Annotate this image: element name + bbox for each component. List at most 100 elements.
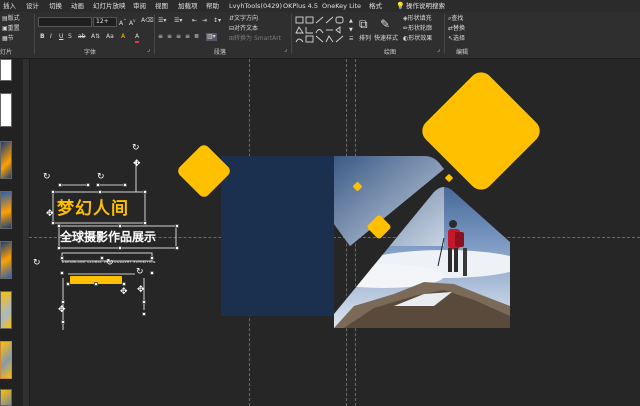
align-text-button[interactable]: ⊟对齐文本 xyxy=(229,25,258,33)
navy-rectangle[interactable] xyxy=(221,156,334,316)
clear-format-icon[interactable]: A⌫ xyxy=(141,17,154,25)
grow-font-button[interactable]: A^ xyxy=(119,17,126,28)
slide-thumbnail[interactable] xyxy=(0,291,12,329)
layout-button[interactable]: ▤版式 xyxy=(2,15,20,23)
justify-icon[interactable]: ≡ xyxy=(185,33,190,41)
menu-insert[interactable]: 插入 xyxy=(3,0,16,12)
menu-addins[interactable]: 加载项 xyxy=(178,0,198,12)
shrink-font-button[interactable]: Av xyxy=(129,17,135,28)
convert-smartart-button[interactable]: ⊞转换为 SmartArt xyxy=(229,35,281,43)
text-direction-button[interactable]: ⇵文字方向 xyxy=(229,15,258,23)
menu-view[interactable]: 视图 xyxy=(155,0,168,12)
char-spacing-button[interactable]: A⇅ xyxy=(91,33,100,41)
resize-handle[interactable] xyxy=(60,256,64,260)
menu-review[interactable]: 审阅 xyxy=(133,0,146,12)
resize-handle[interactable] xyxy=(57,224,61,228)
resize-handle[interactable] xyxy=(98,190,102,194)
numbering-icon[interactable]: ☰▾ xyxy=(174,17,182,25)
menu-transitions[interactable]: 切换 xyxy=(49,0,62,12)
increase-indent-icon[interactable]: ⇥ xyxy=(202,17,207,25)
slide-thumbnail[interactable] xyxy=(0,191,12,229)
resize-handle[interactable] xyxy=(86,183,90,187)
resize-handle[interactable] xyxy=(66,282,70,286)
dialog-launcher-icon[interactable]: ⌟ xyxy=(437,46,440,54)
menu-help[interactable]: 帮助 xyxy=(206,0,219,12)
resize-handle[interactable] xyxy=(60,271,64,275)
resize-handle[interactable] xyxy=(100,256,104,260)
resize-handle[interactable] xyxy=(118,246,122,250)
slide-thumbnail[interactable] xyxy=(0,141,12,179)
resize-handle[interactable] xyxy=(142,300,146,304)
resize-handle[interactable] xyxy=(142,312,146,316)
shadow-button[interactable]: S xyxy=(68,33,72,41)
arrange-icon[interactable]: ⧉ xyxy=(359,17,368,31)
move-handle-icon[interactable]: ✥ xyxy=(46,210,54,219)
shape-outline-button[interactable]: ✏形状轮廓 xyxy=(403,25,432,33)
resize-handle[interactable] xyxy=(143,221,147,225)
quick-styles-button[interactable]: 快速样式 xyxy=(374,35,398,43)
resize-handle[interactable] xyxy=(118,224,122,228)
resize-handle[interactable] xyxy=(61,300,65,304)
resize-handle[interactable] xyxy=(123,183,127,187)
underline-button[interactable]: U xyxy=(59,33,63,41)
menu-tell-me[interactable]: 操作说明搜索 xyxy=(406,0,445,12)
slide-title[interactable]: 梦幻人间 xyxy=(57,194,129,219)
resize-handle[interactable] xyxy=(58,183,62,187)
resize-handle[interactable] xyxy=(175,224,179,228)
shape-effects-button[interactable]: ◐形状效果 xyxy=(403,35,432,43)
menu-okplus[interactable]: OKPlus 4.5 xyxy=(283,0,318,12)
shape-fill-button[interactable]: ◈形状填充 xyxy=(403,15,432,23)
strikethrough-button[interactable]: ab xyxy=(78,33,86,41)
section-button[interactable]: ▦节 xyxy=(2,35,14,43)
menu-format[interactable]: 格式 xyxy=(369,0,382,12)
menu-design[interactable]: 设计 xyxy=(26,0,39,12)
reset-button[interactable]: ▣重置 xyxy=(2,25,20,33)
resize-handle[interactable] xyxy=(51,190,55,194)
decrease-indent-icon[interactable]: ⇤ xyxy=(192,17,197,25)
bold-button[interactable]: B xyxy=(40,33,45,41)
dialog-launcher-icon[interactable]: ⌟ xyxy=(284,46,287,54)
scroll-down-icon[interactable]: ▼ xyxy=(349,26,353,34)
resize-handle[interactable] xyxy=(57,246,61,250)
menu-onekey[interactable]: OneKey Lite xyxy=(322,0,361,12)
dialog-launcher-icon[interactable]: ⌟ xyxy=(147,46,150,54)
find-button[interactable]: ⌕查找 xyxy=(448,15,463,23)
font-size-input[interactable]: 12+ xyxy=(93,17,117,27)
slide-subtitle[interactable]: 全球摄影作品展示 xyxy=(60,228,156,245)
resize-handle[interactable] xyxy=(51,221,55,225)
menu-animations[interactable]: 动画 xyxy=(71,0,84,12)
menu-slideshow[interactable]: 幻灯片放映 xyxy=(93,0,126,12)
highlight-color-button[interactable]: A xyxy=(121,33,125,41)
distributed-icon[interactable]: ≣ xyxy=(194,33,199,41)
slide-thumbnail-selected[interactable] xyxy=(0,341,12,379)
resize-handle[interactable] xyxy=(150,256,154,260)
resize-handle[interactable] xyxy=(94,282,98,286)
bullets-icon[interactable]: ☰▾ xyxy=(158,17,166,25)
resize-handle[interactable] xyxy=(122,282,126,286)
slide-thumbnail[interactable] xyxy=(0,59,12,81)
replace-button[interactable]: ⇄替换 xyxy=(448,25,465,33)
resize-handle[interactable] xyxy=(143,190,147,194)
move-handle-icon[interactable]: ✥ xyxy=(133,160,141,169)
menu-lvyhtools[interactable]: LvyhTools(0429) xyxy=(229,0,282,12)
rotate-handle-icon[interactable]: ↻ xyxy=(43,173,51,182)
align-right-icon[interactable]: ≡ xyxy=(176,33,181,41)
font-name-input[interactable] xyxy=(38,17,92,27)
line-spacing-icon[interactable]: ↕▾ xyxy=(213,17,221,25)
change-case-button[interactable]: Aa xyxy=(106,33,114,41)
resize-handle[interactable] xyxy=(61,320,65,324)
rotate-handle-icon[interactable]: ↻ xyxy=(33,259,41,268)
scroll-up-icon[interactable]: ▲ xyxy=(349,17,353,25)
quick-styles-icon[interactable]: ✎ xyxy=(380,17,390,31)
slide-thumbnail[interactable] xyxy=(0,241,12,279)
font-color-button[interactable]: A xyxy=(135,33,140,43)
rotate-handle-icon[interactable]: ↻ xyxy=(132,144,140,153)
resize-handle[interactable] xyxy=(96,183,100,187)
resize-handle[interactable] xyxy=(175,246,179,250)
columns-icon[interactable]: ▥▾ xyxy=(206,33,217,41)
rotate-handle-icon[interactable]: ↻ xyxy=(97,173,105,182)
select-button[interactable]: ↖选择 xyxy=(448,35,465,43)
shapes-gallery[interactable] xyxy=(295,16,349,44)
move-handle-icon[interactable]: ✥ xyxy=(120,288,128,297)
slide-thumbnail[interactable] xyxy=(0,93,12,127)
